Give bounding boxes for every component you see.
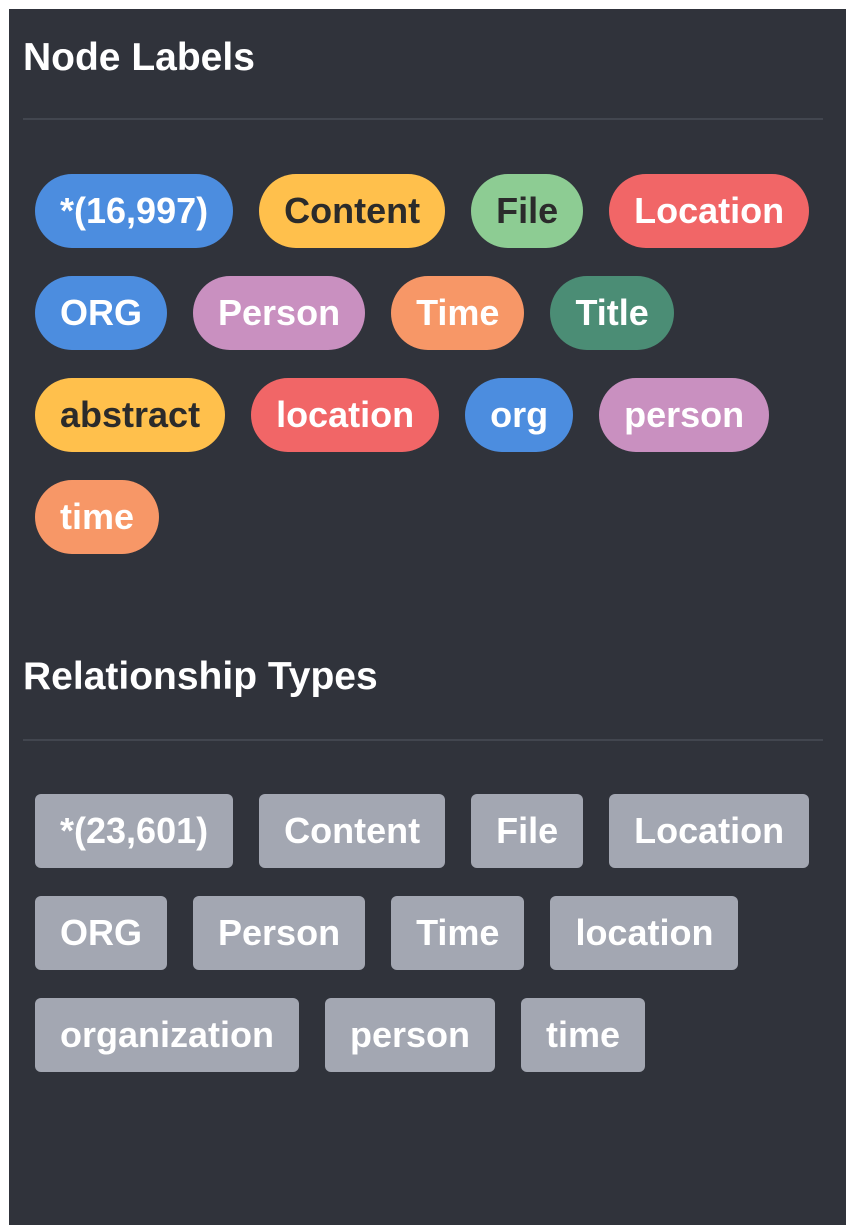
node-label-chip-16-997[interactable]: *(16,997) xyxy=(35,174,234,248)
relationship-type-chip-organization[interactable]: organization xyxy=(35,998,299,1072)
relationship-type-chip-23-601[interactable]: *(23,601) xyxy=(35,794,234,868)
relationship-type-chip-file[interactable]: File xyxy=(471,794,584,868)
node-labels-divider xyxy=(23,118,823,120)
node-labels-heading: Node Labels xyxy=(23,36,255,79)
relationship-types-heading: Relationship Types xyxy=(23,655,378,698)
node-label-chip-person[interactable]: person xyxy=(599,378,770,452)
node-label-chip-abstract[interactable]: abstract xyxy=(35,378,226,452)
node-label-chip-location[interactable]: location xyxy=(251,378,440,452)
relationship-type-chip-time[interactable]: time xyxy=(521,998,646,1072)
relationship-type-chip-org[interactable]: ORG xyxy=(35,896,168,970)
relationship-type-chip-person[interactable]: Person xyxy=(193,896,366,970)
relationship-types-list: *(23,601) Content File Location ORG Person Tim… xyxy=(35,794,825,1072)
node-label-chip-person[interactable]: Person xyxy=(193,276,366,350)
node-label-chip-time[interactable]: Time xyxy=(391,276,525,350)
node-label-chip-location[interactable]: Location xyxy=(609,174,810,248)
relationship-type-chip-content[interactable]: Content xyxy=(259,794,446,868)
relationship-type-chip-person[interactable]: person xyxy=(325,998,496,1072)
node-label-chip-file[interactable]: File xyxy=(471,174,584,248)
labels-panel: Node Labels *(16,997) Content File Location… xyxy=(9,9,846,1225)
node-label-chip-content[interactable]: Content xyxy=(259,174,446,248)
node-label-chip-time[interactable]: time xyxy=(35,480,160,554)
node-label-chip-org[interactable]: org xyxy=(465,378,574,452)
relationship-type-chip-location[interactable]: location xyxy=(550,896,739,970)
relationship-type-chip-time[interactable]: Time xyxy=(391,896,525,970)
node-labels-list: *(16,997) Content File Location ORG Person Tim… xyxy=(35,174,825,554)
relationship-types-divider xyxy=(23,739,823,741)
node-label-chip-org[interactable]: ORG xyxy=(35,276,168,350)
relationship-type-chip-location[interactable]: Location xyxy=(609,794,810,868)
node-label-chip-title[interactable]: Title xyxy=(550,276,674,350)
